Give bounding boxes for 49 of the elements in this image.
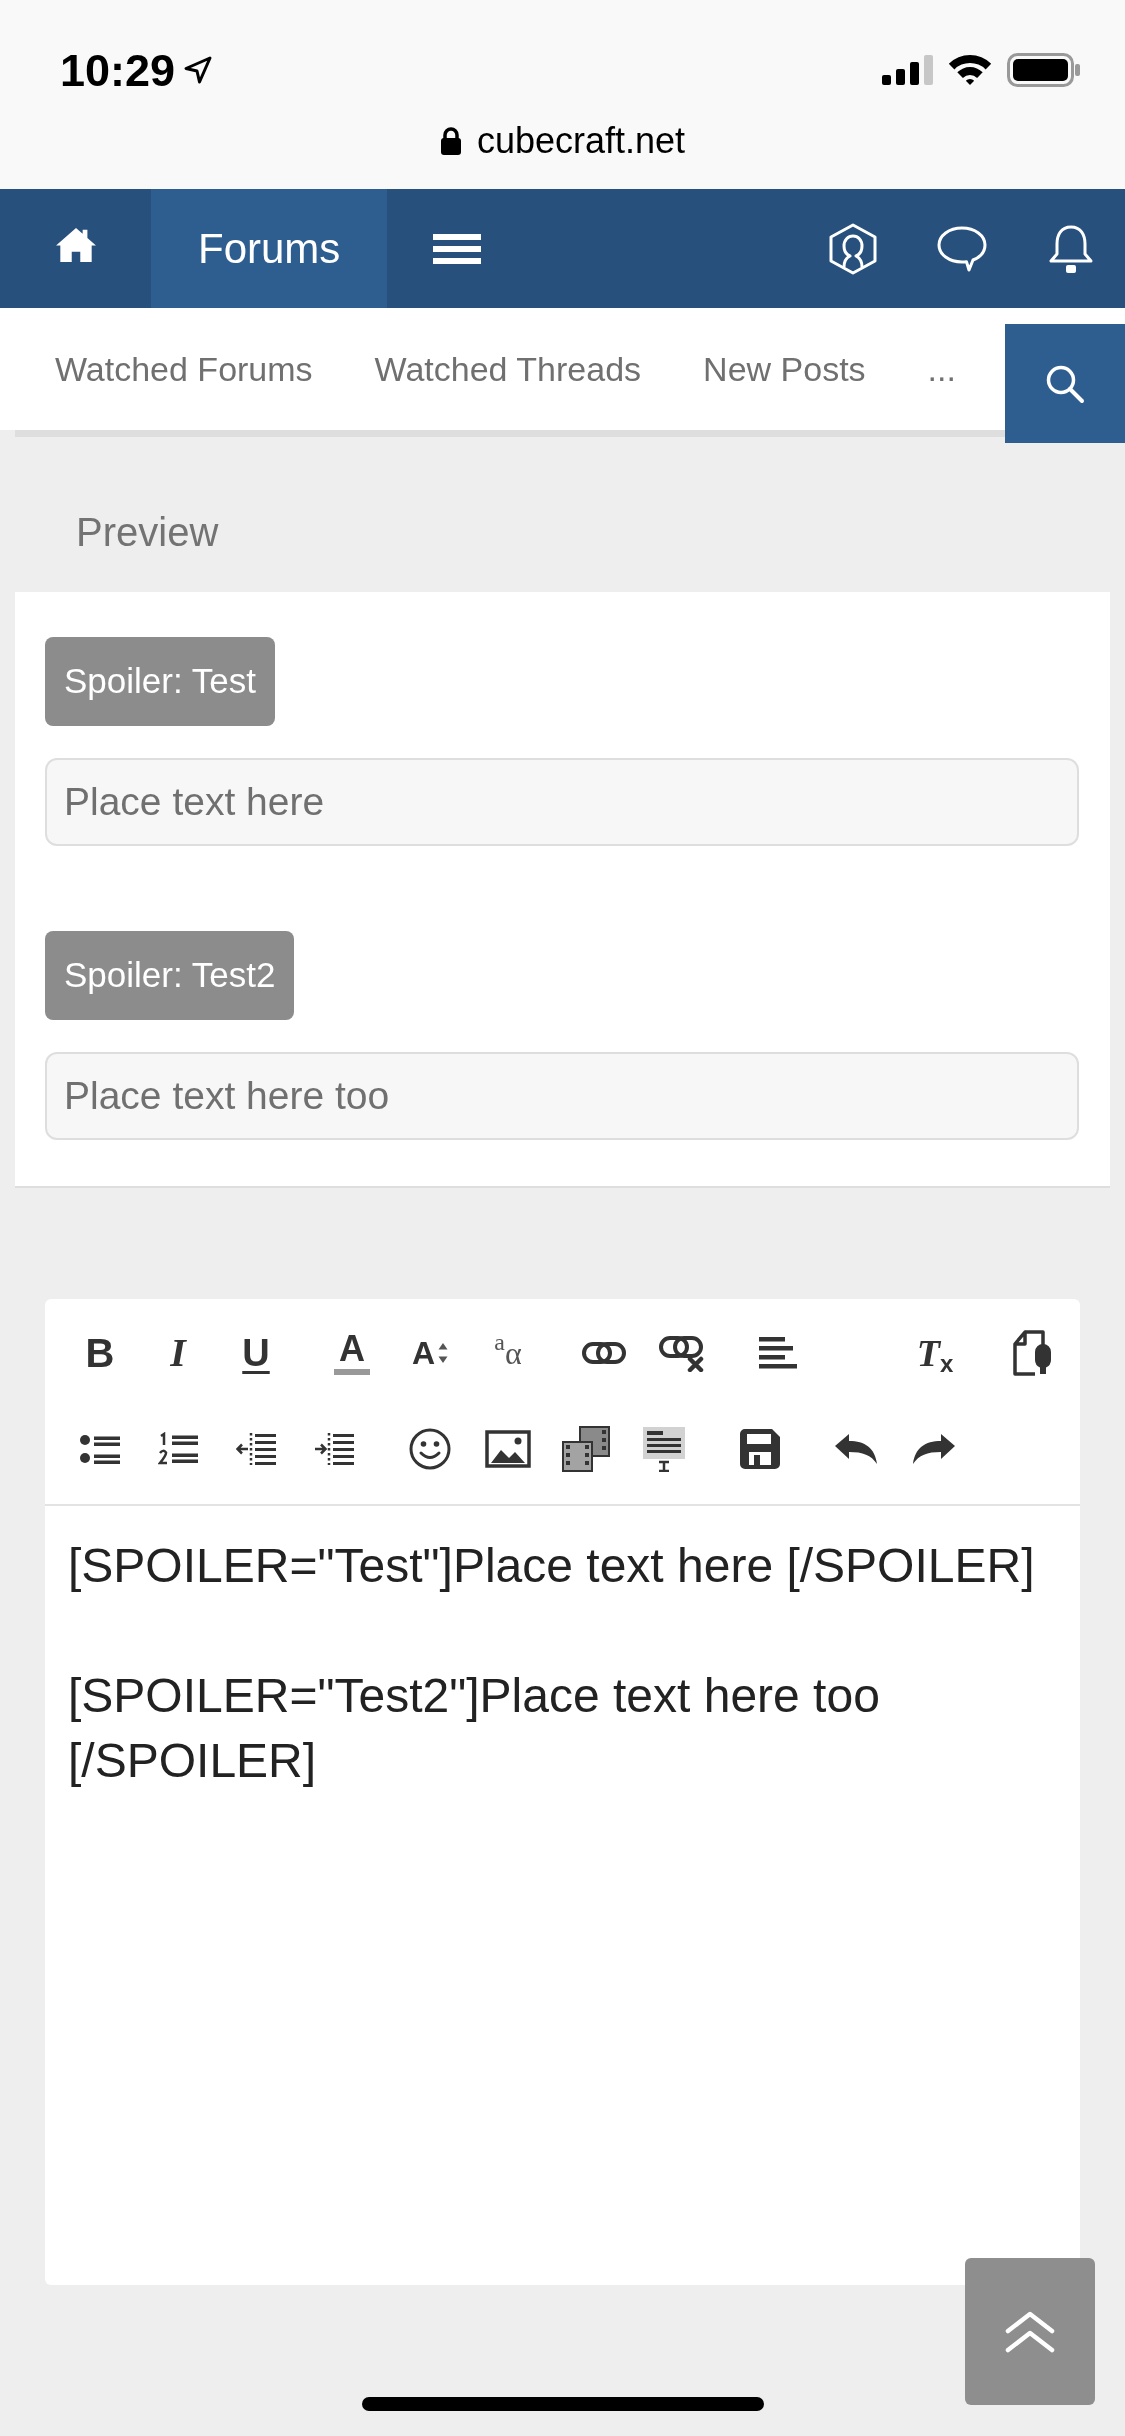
undo-icon[interactable] xyxy=(834,1433,878,1465)
signal-icon xyxy=(882,55,933,85)
lock-icon xyxy=(439,126,462,156)
status-time: 10:29 xyxy=(60,47,176,93)
film-frames-icon[interactable] xyxy=(562,1426,610,1472)
align-left-icon[interactable] xyxy=(759,1337,797,1369)
document-icon[interactable] xyxy=(1011,1330,1051,1376)
menu-icon[interactable] xyxy=(433,233,482,264)
back-to-top-button[interactable] xyxy=(965,2258,1095,2405)
user-icon[interactable] xyxy=(827,222,878,275)
special-character-button[interactable]: $^{a}$α xyxy=(469,1322,547,1384)
link-icon[interactable] xyxy=(582,1340,626,1366)
image-icon[interactable] xyxy=(485,1430,531,1468)
search-icon xyxy=(1045,363,1085,404)
nav-link[interactable]: Watched Threads xyxy=(343,343,673,395)
redo-icon[interactable] xyxy=(912,1433,956,1465)
location-arrow-icon xyxy=(183,55,214,85)
nav-link[interactable]: Watched Forums xyxy=(24,343,344,395)
italic-button[interactable]: I xyxy=(139,1322,217,1384)
numbered-list-icon[interactable] xyxy=(158,1432,198,1466)
clear-formatting-button[interactable]: T$_{x}$ xyxy=(896,1322,974,1384)
smiley-icon[interactable] xyxy=(409,1428,451,1470)
bold-button[interactable]: B xyxy=(61,1322,139,1384)
font-size-button[interactable]: A xyxy=(391,1322,469,1384)
address-text[interactable]: cubecraft.net xyxy=(476,123,686,159)
underline-button[interactable]: U xyxy=(217,1322,295,1384)
unlink-icon[interactable] xyxy=(659,1334,705,1372)
search-button[interactable] xyxy=(1005,324,1125,443)
bullet-list-icon[interactable] xyxy=(80,1433,120,1465)
nav-link[interactable]: New Posts xyxy=(672,343,897,395)
editor-text: [SPOILER="Test"]Place text here [/SPOILER] xyxy=(68,1538,1036,1594)
wifi-icon xyxy=(948,55,992,85)
double-chevron-up-icon xyxy=(1004,2310,1056,2353)
spoiler-content: Place text here xyxy=(45,758,1079,846)
spoiler-content: Place text here too xyxy=(45,1052,1079,1140)
nav-link[interactable]: ... xyxy=(896,343,987,395)
section-title: Preview xyxy=(75,509,220,556)
editor-field[interactable]: [SPOILER="Test"]Place text here [/SPOILER] [SPOILER="Test2"]Place text here too [/SPOILER] xyxy=(45,1506,1080,2285)
chat-bubble-icon[interactable] xyxy=(935,224,988,273)
text-box-icon[interactable] xyxy=(642,1426,686,1472)
outdent-icon[interactable] xyxy=(236,1432,276,1466)
battery-icon xyxy=(1007,53,1081,87)
indent-icon[interactable] xyxy=(314,1432,354,1466)
editor-text: [SPOILER="Test2"]Place text here too [/SPOILER] xyxy=(68,1668,881,1789)
home-icon[interactable] xyxy=(54,225,97,264)
up-down-arrows-icon xyxy=(438,1342,449,1364)
nav-tab[interactable]: Forums xyxy=(151,189,388,308)
save-icon[interactable] xyxy=(739,1428,781,1470)
text-color-button[interactable]: A xyxy=(313,1322,391,1384)
